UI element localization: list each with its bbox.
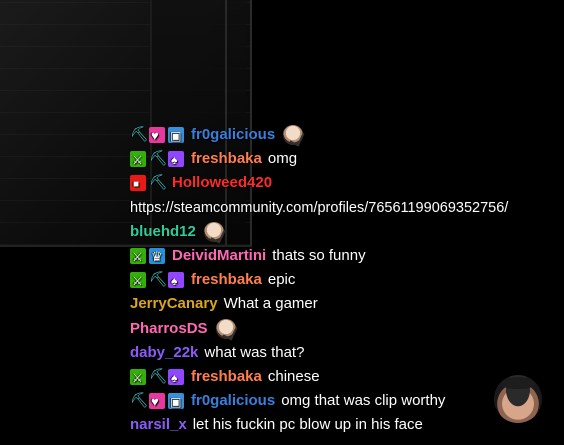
gift-badge-icon	[168, 390, 184, 414]
pickaxe-icon	[149, 365, 168, 389]
recording-badge-icon	[130, 173, 146, 197]
moderator-sword-icon	[130, 245, 146, 269]
badge-group	[130, 365, 187, 390]
chat-username[interactable]: freshbaka	[191, 365, 262, 389]
pickaxe-icon	[149, 147, 168, 171]
chat-username[interactable]: fr0galicious	[191, 123, 275, 147]
badge-group	[130, 123, 187, 148]
pickaxe-icon	[149, 171, 168, 195]
stream-overlay: fr0galiciousfreshbakaomgHolloweed420http…	[0, 0, 564, 445]
chat-message: DeividMartini thats so funny	[130, 244, 560, 269]
gift-badge-icon	[168, 124, 184, 148]
chat-message: Holloweed420	[130, 171, 560, 197]
chat-message: PharrosDS	[130, 317, 560, 341]
subscriber-badge-icon	[168, 148, 184, 172]
chat-text: thats so funny	[272, 247, 366, 265]
crown-badge-icon	[149, 245, 165, 269]
chat-text: what was that?	[204, 343, 305, 361]
chat-text: chinese	[267, 367, 320, 385]
pickaxe-icon	[130, 123, 149, 147]
chat-text: omg	[267, 150, 298, 168]
moderator-sword-icon	[130, 269, 146, 293]
thinking-face-emote-icon	[203, 221, 224, 242]
badge-group	[130, 245, 168, 269]
chat-username[interactable]: bluehd12	[130, 220, 196, 244]
moderator-sword-icon	[130, 366, 146, 390]
chat-link[interactable]: https://steamcommunity.com/profiles/7656…	[130, 196, 508, 220]
chat-message: https://steamcommunity.com/profiles/7656…	[130, 196, 560, 220]
chat-message: freshbaka epic	[130, 268, 560, 293]
chat-message: freshbaka omg	[130, 147, 560, 172]
subscriber-badge-icon	[168, 269, 184, 293]
chat-message: JerryCanary What a gamer	[130, 292, 560, 316]
chat-username[interactable]: narsil_x	[130, 413, 187, 437]
badge-group	[130, 389, 187, 414]
chat-message: narsil_x let his fuckin pc blow up in his…	[130, 413, 560, 437]
chat-message: daby_22k what was that?	[130, 341, 560, 365]
chat-username[interactable]: daby_22k	[130, 341, 198, 365]
pickaxe-icon	[130, 389, 149, 413]
badge-group	[130, 268, 187, 293]
heart-badge-icon	[149, 390, 165, 414]
badge-group	[130, 147, 187, 172]
subscriber-badge-icon	[168, 366, 184, 390]
chat-text: epic	[267, 271, 296, 289]
pickaxe-icon	[149, 268, 168, 292]
chat-text: let his fuckin pc blow up in his face	[192, 416, 423, 434]
thinking-face-emote-icon	[215, 318, 236, 339]
chat-username[interactable]: JerryCanary	[130, 292, 218, 316]
chat-message: freshbaka chinese	[130, 365, 560, 390]
chat-username[interactable]: Holloweed420	[172, 171, 272, 195]
chat-username[interactable]: fr0galicious	[191, 389, 275, 413]
moderator-sword-icon	[130, 148, 146, 172]
chat-username[interactable]: DeividMartini	[172, 244, 266, 268]
heart-badge-icon	[149, 124, 165, 148]
chat-username[interactable]: freshbaka	[191, 147, 262, 171]
badge-group	[130, 171, 168, 197]
chat-text: What a gamer	[223, 295, 318, 313]
chat-text: omg that was clip worthy	[281, 392, 446, 410]
chat-username[interactable]: freshbaka	[191, 268, 262, 292]
thinking-face-emote-icon	[283, 125, 304, 146]
chat-message: bluehd12	[130, 220, 560, 244]
streamer-avatar	[494, 375, 542, 423]
chat-username[interactable]: PharrosDS	[130, 317, 208, 341]
chat-message: fr0galicious	[130, 123, 560, 148]
